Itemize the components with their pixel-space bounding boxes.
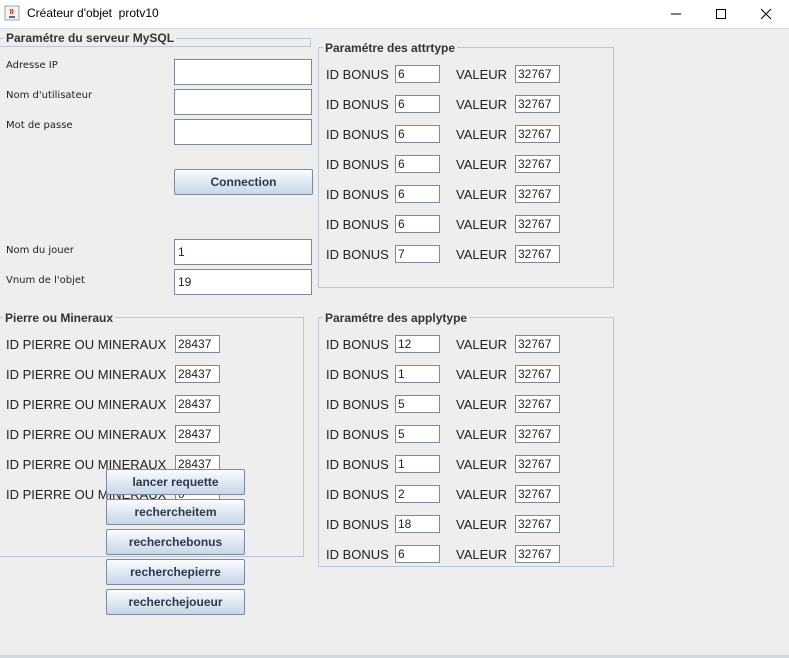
- minimize-icon: [671, 13, 681, 15]
- applytype-value-input[interactable]: 32767: [515, 515, 560, 533]
- maximize-icon: [716, 9, 726, 19]
- applytype-id-label: ID BONUS: [326, 367, 389, 382]
- username-input[interactable]: [174, 89, 312, 115]
- applytype-id-input[interactable]: 1: [395, 365, 440, 383]
- applytype-id-label: ID BONUS: [326, 547, 389, 562]
- stone-id-input[interactable]: 28437: [175, 335, 220, 353]
- applytype-id-label: ID BONUS: [326, 487, 389, 502]
- applytype-value-input[interactable]: 32767: [515, 395, 560, 413]
- attrtype-value-input[interactable]: 32767: [515, 155, 560, 173]
- applytype-value-label: VALEUR: [456, 547, 508, 562]
- minimize-button[interactable]: [653, 0, 699, 28]
- title-bar[interactable]: Créateur d'objet protv10: [0, 0, 789, 28]
- attrtype-value-label: VALEUR: [456, 217, 508, 232]
- applytype-value-input[interactable]: 32767: [515, 545, 560, 563]
- attrtype-id-label: ID BONUS: [326, 157, 389, 172]
- run-query-button[interactable]: lancer requette: [106, 469, 245, 495]
- applytype-value-label: VALEUR: [456, 397, 508, 412]
- applytype-id-input[interactable]: 5: [395, 425, 440, 443]
- password-input[interactable]: [174, 119, 312, 145]
- attrtype-id-label: ID BONUS: [326, 217, 389, 232]
- attrtype-id-input[interactable]: 6: [395, 155, 440, 173]
- applytype-value-label: VALEUR: [456, 337, 508, 352]
- stone-id-label: ID PIERRE OU MINERAUX: [6, 337, 167, 352]
- player-name-input[interactable]: 1: [174, 239, 312, 265]
- search-item-button[interactable]: rechercheitem: [106, 499, 245, 525]
- attrtype-id-label: ID BONUS: [326, 67, 389, 82]
- mysql-panel-title: Paramétre du serveur MySQL: [4, 31, 177, 45]
- close-icon: [760, 8, 772, 20]
- attrtype-value-input[interactable]: 32767: [515, 125, 560, 143]
- password-label: Mot de passe: [6, 120, 73, 131]
- connection-button[interactable]: Connection: [174, 169, 313, 195]
- player-name-label: Nom du jouer: [6, 245, 74, 256]
- attrtype-value-label: VALEUR: [456, 97, 508, 112]
- applytype-value-label: VALEUR: [456, 427, 508, 442]
- applytype-id-label: ID BONUS: [326, 337, 389, 352]
- search-player-button[interactable]: recherchejoueur: [106, 589, 245, 615]
- attrtype-value-input[interactable]: 32767: [515, 185, 560, 203]
- applytype-panel-title: Paramétre des applytype: [323, 311, 470, 325]
- attrtype-id-input[interactable]: 7: [395, 245, 440, 263]
- applytype-value-input[interactable]: 32767: [515, 425, 560, 443]
- applytype-id-input[interactable]: 1: [395, 455, 440, 473]
- attrtype-panel-title: Paramétre des attrtype: [323, 41, 458, 55]
- ip-label: Adresse IP: [6, 60, 58, 71]
- applytype-value-label: VALEUR: [456, 517, 508, 532]
- stone-id-input[interactable]: 28437: [175, 395, 220, 413]
- attrtype-id-label: ID BONUS: [326, 97, 389, 112]
- applytype-id-label: ID BONUS: [326, 517, 389, 532]
- attrtype-id-input[interactable]: 6: [395, 125, 440, 143]
- attrtype-value-label: VALEUR: [456, 187, 508, 202]
- attrtype-value-input[interactable]: 32767: [515, 65, 560, 83]
- applytype-value-input[interactable]: 32767: [515, 485, 560, 503]
- attrtype-value-input[interactable]: 32767: [515, 95, 560, 113]
- attrtype-value-label: VALEUR: [456, 67, 508, 82]
- window-title: Créateur d'objet protv10: [27, 6, 159, 20]
- java-app-icon: [4, 5, 20, 21]
- applytype-id-input[interactable]: 2: [395, 485, 440, 503]
- applytype-id-input[interactable]: 18: [395, 515, 440, 533]
- applytype-id-label: ID BONUS: [326, 427, 389, 442]
- applytype-value-input[interactable]: 32767: [515, 335, 560, 353]
- stones-panel-title: Pierre ou Mineraux: [3, 311, 116, 325]
- attrtype-value-label: VALEUR: [456, 157, 508, 172]
- attrtype-id-input[interactable]: 6: [395, 215, 440, 233]
- vnum-input[interactable]: 19: [174, 269, 312, 295]
- stone-id-label: ID PIERRE OU MINERAUX: [6, 397, 167, 412]
- attrtype-value-label: VALEUR: [456, 127, 508, 142]
- attrtype-id-label: ID BONUS: [326, 247, 389, 262]
- ip-input[interactable]: [174, 59, 312, 85]
- applytype-value-label: VALEUR: [456, 487, 508, 502]
- search-stone-button[interactable]: recherchepierre: [106, 559, 245, 585]
- attrtype-id-input[interactable]: 6: [395, 185, 440, 203]
- stone-id-label: ID PIERRE OU MINERAUX: [6, 367, 167, 382]
- applytype-id-input[interactable]: 6: [395, 545, 440, 563]
- close-button[interactable]: [743, 0, 789, 28]
- applytype-id-input[interactable]: 12: [395, 335, 440, 353]
- applytype-value-label: VALEUR: [456, 457, 508, 472]
- attrtype-id-input[interactable]: 6: [395, 65, 440, 83]
- attrtype-value-input[interactable]: 32767: [515, 245, 560, 263]
- applytype-id-label: ID BONUS: [326, 397, 389, 412]
- username-label: Nom d'utilisateur: [6, 90, 93, 101]
- applytype-value-input[interactable]: 32767: [515, 455, 560, 473]
- stone-id-input[interactable]: 28437: [175, 425, 220, 443]
- attrtype-id-input[interactable]: 6: [395, 95, 440, 113]
- vnum-label: Vnum de l'objet: [6, 275, 85, 286]
- applytype-id-label: ID BONUS: [326, 457, 389, 472]
- attrtype-id-label: ID BONUS: [326, 127, 389, 142]
- attrtype-value-input[interactable]: 32767: [515, 215, 560, 233]
- stone-id-input[interactable]: 28437: [175, 365, 220, 383]
- attrtype-id-label: ID BONUS: [326, 187, 389, 202]
- applytype-value-input[interactable]: 32767: [515, 365, 560, 383]
- applytype-id-input[interactable]: 5: [395, 395, 440, 413]
- stone-id-label: ID PIERRE OU MINERAUX: [6, 427, 167, 442]
- applytype-value-label: VALEUR: [456, 367, 508, 382]
- maximize-button[interactable]: [698, 0, 744, 28]
- search-bonus-button[interactable]: recherchebonus: [106, 529, 245, 555]
- attrtype-value-label: VALEUR: [456, 247, 508, 262]
